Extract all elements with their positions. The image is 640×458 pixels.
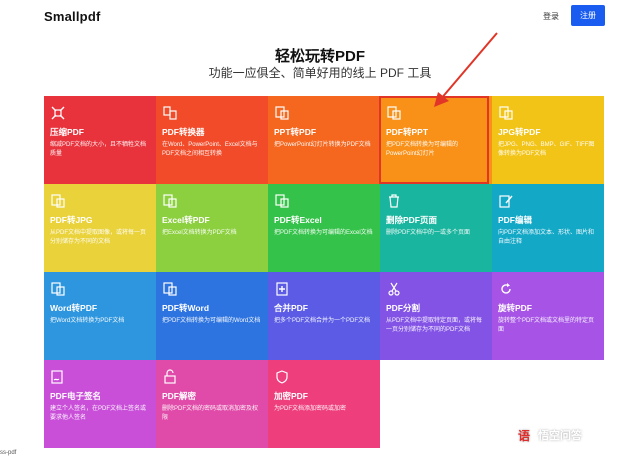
ppt-icon <box>274 105 290 121</box>
tool-title: PDF电子签名 <box>50 391 102 401</box>
tool-description: 把Excel文档转换为PDF文档 <box>162 230 237 236</box>
watermark: 语 悟空问答 <box>514 424 582 446</box>
tool-description: 删除PDF文档的密码或取消加密及权限 <box>162 406 259 421</box>
tool-description: 把PowerPoint幻灯片转换为PDF文档 <box>274 142 371 148</box>
tool-description: 把PDF文档转换为可编辑的Word文档 <box>162 318 261 324</box>
tool-description: 把Word文档转换为PDF文档 <box>50 318 125 324</box>
tool-title: JPG转PDF <box>498 127 541 137</box>
convert-icon <box>162 105 178 121</box>
tool-title: 删除PDF页面 <box>386 215 438 225</box>
tool-tile-18[interactable]: 加密PDF 为PDF文档添加密码或加密 <box>268 360 380 448</box>
tool-title: 压缩PDF <box>50 127 85 137</box>
sign-icon <box>50 369 66 385</box>
tool-tile-14[interactable]: PDF分割从PDF文档中提取特定页面，或将每一页分别储存为不同的PDF文档 <box>380 272 492 360</box>
compress-icon <box>50 105 66 121</box>
smallpdf-logo[interactable]: Smallpdf <box>44 9 101 24</box>
page-subtitle: 功能一应俱全、简单好用的线上 PDF 工具 <box>208 66 432 80</box>
tool-title: 旋转PDF <box>498 303 533 313</box>
pdf-to-excel-icon <box>274 193 290 209</box>
tool-tile-7[interactable]: Excel转PDF 把Excel文档转换为PDF文档 <box>156 184 268 272</box>
tool-title: Word转PDF <box>50 303 98 313</box>
word-icon <box>50 281 66 297</box>
tool-tile-3[interactable]: PPT转PDF 把PowerPoint幻灯片转换为PDF文档 <box>268 96 380 184</box>
tool-title: PDF转JPG <box>50 215 93 225</box>
watermark-badge-icon: 语 <box>514 425 534 445</box>
tool-tile-13[interactable]: 合并PDF 把多个PDF文档合并为一个PDF文档 <box>268 272 380 360</box>
tool-title: 合并PDF <box>274 303 309 313</box>
tool-tile-16[interactable]: PDF电子签名建立个人签名，在PDF文档上签名或要求他人签名 <box>44 360 156 448</box>
tool-tile-2[interactable]: PDF转换器在Word、PowerPoint、Excel文档与PDF文档之间相互… <box>156 96 268 184</box>
shield-icon <box>274 369 290 385</box>
tool-description: 在Word、PowerPoint、Excel文档与PDF文档之间相互转换 <box>162 142 258 157</box>
rotate-icon <box>498 281 514 297</box>
watermark-text: 悟空问答 <box>538 430 582 442</box>
tool-description: 把PDF文档转换为可编辑的Excel文档 <box>274 230 373 236</box>
tool-tile-5[interactable]: JPG转PDF 把JPG、PNG、BMP、GIF、TIFF图像转换为PDF文档 <box>492 96 604 184</box>
tool-description: 建立个人签名，在PDF文档上签名或要求他人签名 <box>50 406 147 421</box>
tool-tile-11[interactable]: Word转PDF 把Word文档转换为PDF文档 <box>44 272 156 360</box>
login-link[interactable]: 登录 <box>543 11 559 22</box>
tool-description: 把JPG、PNG、BMP、GIF、TIFF图像转换为PDF文档 <box>498 142 595 157</box>
merge-icon <box>274 281 290 297</box>
excel-icon <box>162 193 178 209</box>
tool-tile-10[interactable]: PDF编辑向PDF文档添加文本、形状、图片和自由注释 <box>492 184 604 272</box>
tool-title: PDF解密 <box>162 391 197 401</box>
tool-description: 旋转整个PDF文档或文档里的特定页面 <box>498 318 595 333</box>
tool-description: 为PDF文档添加密码或加密 <box>274 406 347 412</box>
tool-tile-8[interactable]: PDF转Excel 把PDF文档转换为可编辑的Excel文档 <box>268 184 380 272</box>
tool-description: 把PDF文档转换为可编辑的PowerPoint幻灯片 <box>386 142 459 157</box>
tool-description: 向PDF文档添加文本、形状、图片和自由注释 <box>498 230 595 245</box>
edit-icon <box>498 193 514 209</box>
tool-tile-9[interactable]: 删除PDF页面删除PDF文档中的一或多个页面 <box>380 184 492 272</box>
page-title: 轻松玩转PDF <box>274 48 365 65</box>
pdf-to-ppt-icon <box>386 105 402 121</box>
register-button[interactable]: 注册 <box>571 5 605 26</box>
tool-tile-15[interactable]: 旋转PDF 旋转整个PDF文档或文档里的特定页面 <box>492 272 604 360</box>
tool-title: PDF转Word <box>162 303 210 313</box>
tool-title: PDF分割 <box>386 303 421 313</box>
url-fragment: ss-pdf <box>0 450 17 456</box>
tool-tile-6[interactable]: PDF转JPG 从PDF文档中提取图像，或将每一页分别储存为不同的文档 <box>44 184 156 272</box>
pdf-to-word-icon <box>162 281 178 297</box>
tool-title: PDF编辑 <box>498 215 533 225</box>
scissors-icon <box>386 281 402 297</box>
tool-title: PDF转Excel <box>274 215 322 225</box>
tool-title: PDF转PPT <box>386 127 429 137</box>
tool-tile-1[interactable]: 压缩PDF 缩减PDF文档的大小，且不牺牲文档质量 <box>44 96 156 184</box>
tool-description: 缩减PDF文档的大小，且不牺牲文档质量 <box>50 142 147 157</box>
tool-title: PPT转PDF <box>274 127 317 137</box>
tool-description: 删除PDF文档中的一或多个页面 <box>386 230 471 236</box>
tool-description: 从PDF文档中提取特定页面，或将每一页分别储存为不同的PDF文档 <box>386 318 483 333</box>
tool-description: 把多个PDF文档合并为一个PDF文档 <box>274 318 371 324</box>
tool-title: Excel转PDF <box>162 215 210 225</box>
tool-description: 从PDF文档中提取图像，或将每一页分别储存为不同的文档 <box>50 230 147 245</box>
tool-title: PDF转换器 <box>162 127 205 137</box>
tool-title: 加密PDF <box>274 391 309 401</box>
jpg-icon <box>498 105 514 121</box>
tool-tile-4[interactable]: PDF转PPT 把PDF文档转换为可编辑的PowerPoint幻灯片 <box>380 96 492 184</box>
unlock-icon <box>162 369 178 385</box>
tool-tile-12[interactable]: PDF转Word 把PDF文档转换为可编辑的Word文档 <box>156 272 268 360</box>
pdf-to-jpg-icon <box>50 193 66 209</box>
tool-tile-17[interactable]: PDF解密删除PDF文档的密码或取消加密及权限 <box>156 360 268 448</box>
trash-icon <box>386 193 402 209</box>
